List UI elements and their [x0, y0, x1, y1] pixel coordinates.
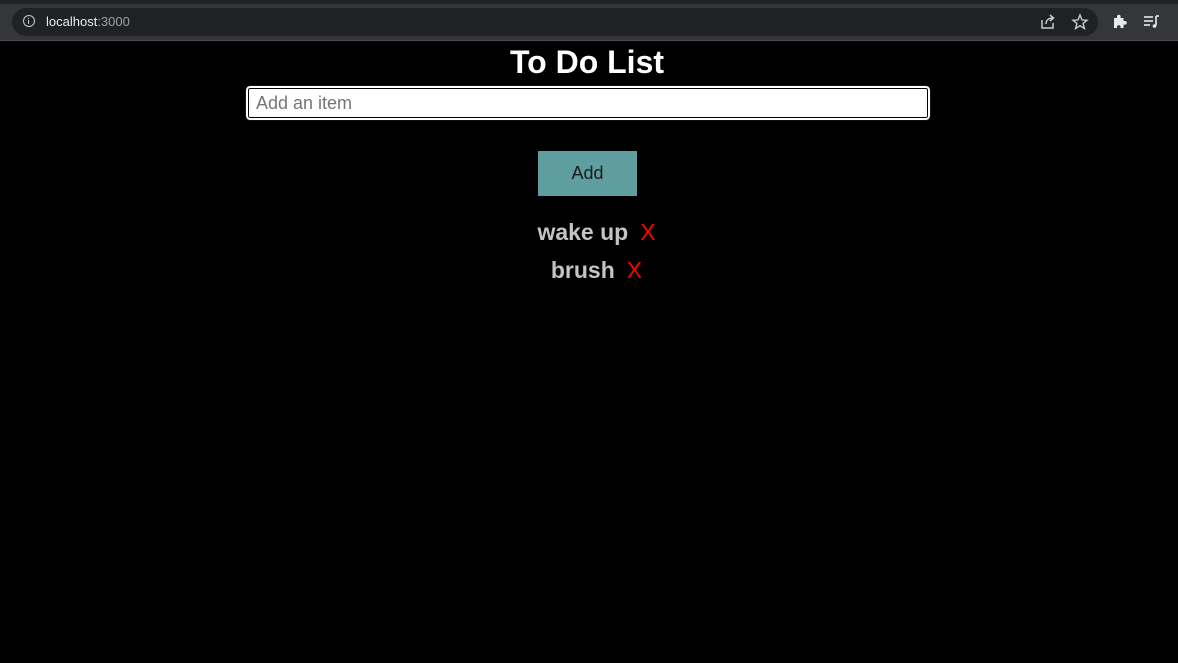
url-port: :3000: [97, 14, 130, 29]
share-icon[interactable]: [1038, 12, 1058, 32]
delete-item-button[interactable]: X: [640, 219, 655, 246]
star-icon[interactable]: [1070, 12, 1090, 32]
add-item-input[interactable]: [245, 85, 931, 121]
extensions-icon[interactable]: [1110, 12, 1130, 32]
todo-list: wake up X brush X: [0, 213, 1178, 289]
delete-item-button[interactable]: X: [627, 257, 642, 284]
add-button[interactable]: Add: [538, 151, 637, 196]
todo-item: brush X: [15, 251, 1178, 289]
page-title: To Do List: [509, 44, 665, 80]
address-bar[interactable]: localhost:3000: [12, 8, 1098, 36]
app-page: To Do List Add wake up X brush X: [0, 41, 1178, 663]
side-panel-icon[interactable]: [1172, 12, 1178, 32]
info-icon[interactable]: [23, 15, 35, 27]
address-bar-url[interactable]: localhost:3000: [46, 14, 130, 30]
reading-list-icon[interactable]: [1142, 12, 1162, 32]
tab-strip-edge: [0, 0, 1178, 4]
url-host: localhost: [46, 14, 98, 29]
todo-item-text: wake up: [537, 218, 629, 245]
todo-item-text: brush: [550, 256, 615, 283]
browser-toolbar: localhost:3000: [0, 0, 1178, 41]
todo-item: wake up X: [15, 213, 1178, 251]
